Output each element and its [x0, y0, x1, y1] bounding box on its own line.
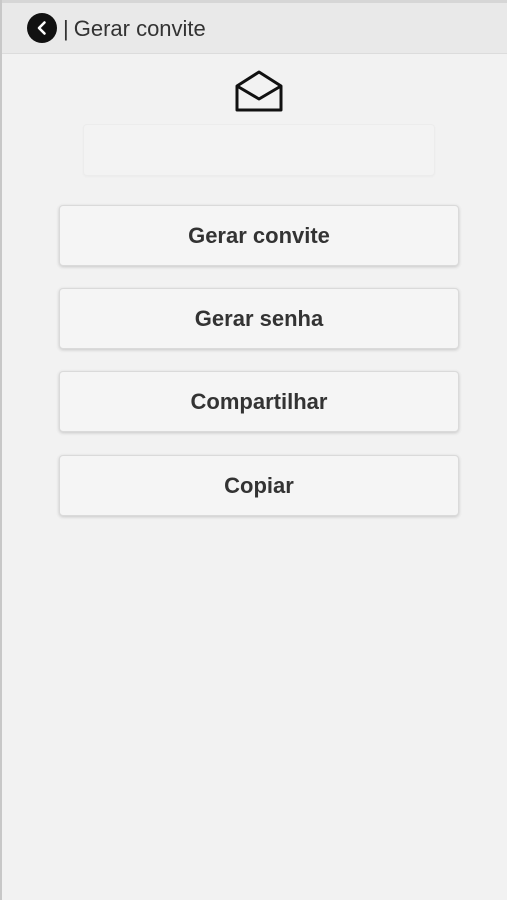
generate-password-button[interactable]: Gerar senha — [59, 288, 459, 349]
page-title: Gerar convite — [73, 16, 206, 41]
title-separator: | — [63, 16, 69, 41]
top-bar: | Gerar convite — [2, 0, 507, 54]
back-button[interactable] — [27, 13, 57, 43]
generate-invite-button[interactable]: Gerar convite — [59, 205, 459, 266]
chevron-left-icon — [37, 21, 46, 35]
app-screen: | Gerar convite Gerar convite Gerar senha… — [0, 0, 507, 900]
copy-button[interactable]: Copiar — [59, 455, 459, 516]
envelope-open-icon — [235, 70, 283, 112]
invite-code-field[interactable] — [83, 124, 435, 176]
page-title-row: | Gerar convite — [63, 15, 206, 43]
share-button[interactable]: Compartilhar — [59, 371, 459, 432]
